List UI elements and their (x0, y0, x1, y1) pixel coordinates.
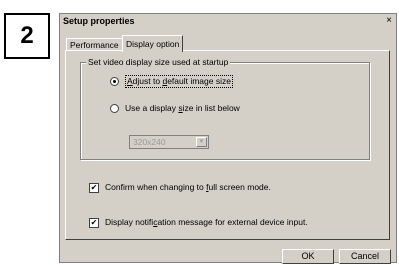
check-fullscreen-label: Confirm when changing to full screen mod… (105, 182, 271, 193)
cancel-button[interactable]: Cancel (339, 249, 391, 264)
tab-panel-display-option: Set video display size used at startup A… (65, 50, 390, 240)
radio-default-size[interactable]: Adjust to default image size (110, 75, 233, 88)
dialog-title: Setup properties (63, 16, 135, 26)
close-icon[interactable]: × (386, 14, 392, 28)
size-select[interactable]: 320x240 ▼ (129, 135, 209, 149)
check-notification-label: Display notification message for externa… (105, 217, 308, 228)
label-part: ull screen mode. (208, 182, 271, 192)
startup-size-group: Set video display size used at startup A… (80, 57, 370, 160)
label-part: efault image size (167, 76, 231, 86)
radio-list-size[interactable]: Use a display size in list below (110, 103, 240, 114)
label-part: Display notifi (105, 217, 154, 227)
radio-default-size-label: Adjust to default image size (125, 75, 233, 88)
chevron-down-icon[interactable]: ▼ (196, 137, 207, 147)
radio-default-size-indicator[interactable] (110, 77, 119, 86)
label-part: ize in list below (182, 103, 240, 113)
tab-display-option-label: Display option (126, 39, 180, 49)
radio-list-size-indicator[interactable] (110, 104, 119, 113)
size-select-value: 320x240 (133, 137, 166, 147)
check-fullscreen[interactable]: ✔ Confirm when changing to full screen m… (89, 182, 271, 193)
tab-performance-label: Performance (70, 40, 119, 50)
label-part: djust to (132, 76, 163, 86)
step-number: 2 (20, 22, 34, 49)
setup-properties-dialog: Setup properties × Performance Display o… (59, 13, 397, 264)
label-part: ation message for external device input. (157, 217, 308, 227)
radio-list-size-label: Use a display size in list below (125, 103, 240, 114)
tab-display-option[interactable]: Display option (122, 35, 184, 52)
label-part: Confirm when changing to (105, 182, 207, 192)
group-title: Set video display size used at startup (86, 57, 231, 68)
title-bar: Setup properties × (60, 14, 396, 28)
check-notification-box[interactable]: ✔ (89, 217, 99, 228)
label-part: Use a display (125, 103, 179, 113)
check-fullscreen-box[interactable]: ✔ (89, 182, 99, 193)
ok-button[interactable]: OK (282, 249, 334, 264)
check-notification[interactable]: ✔ Display notification message for exter… (89, 217, 308, 228)
step-number-box: 2 (4, 13, 50, 59)
